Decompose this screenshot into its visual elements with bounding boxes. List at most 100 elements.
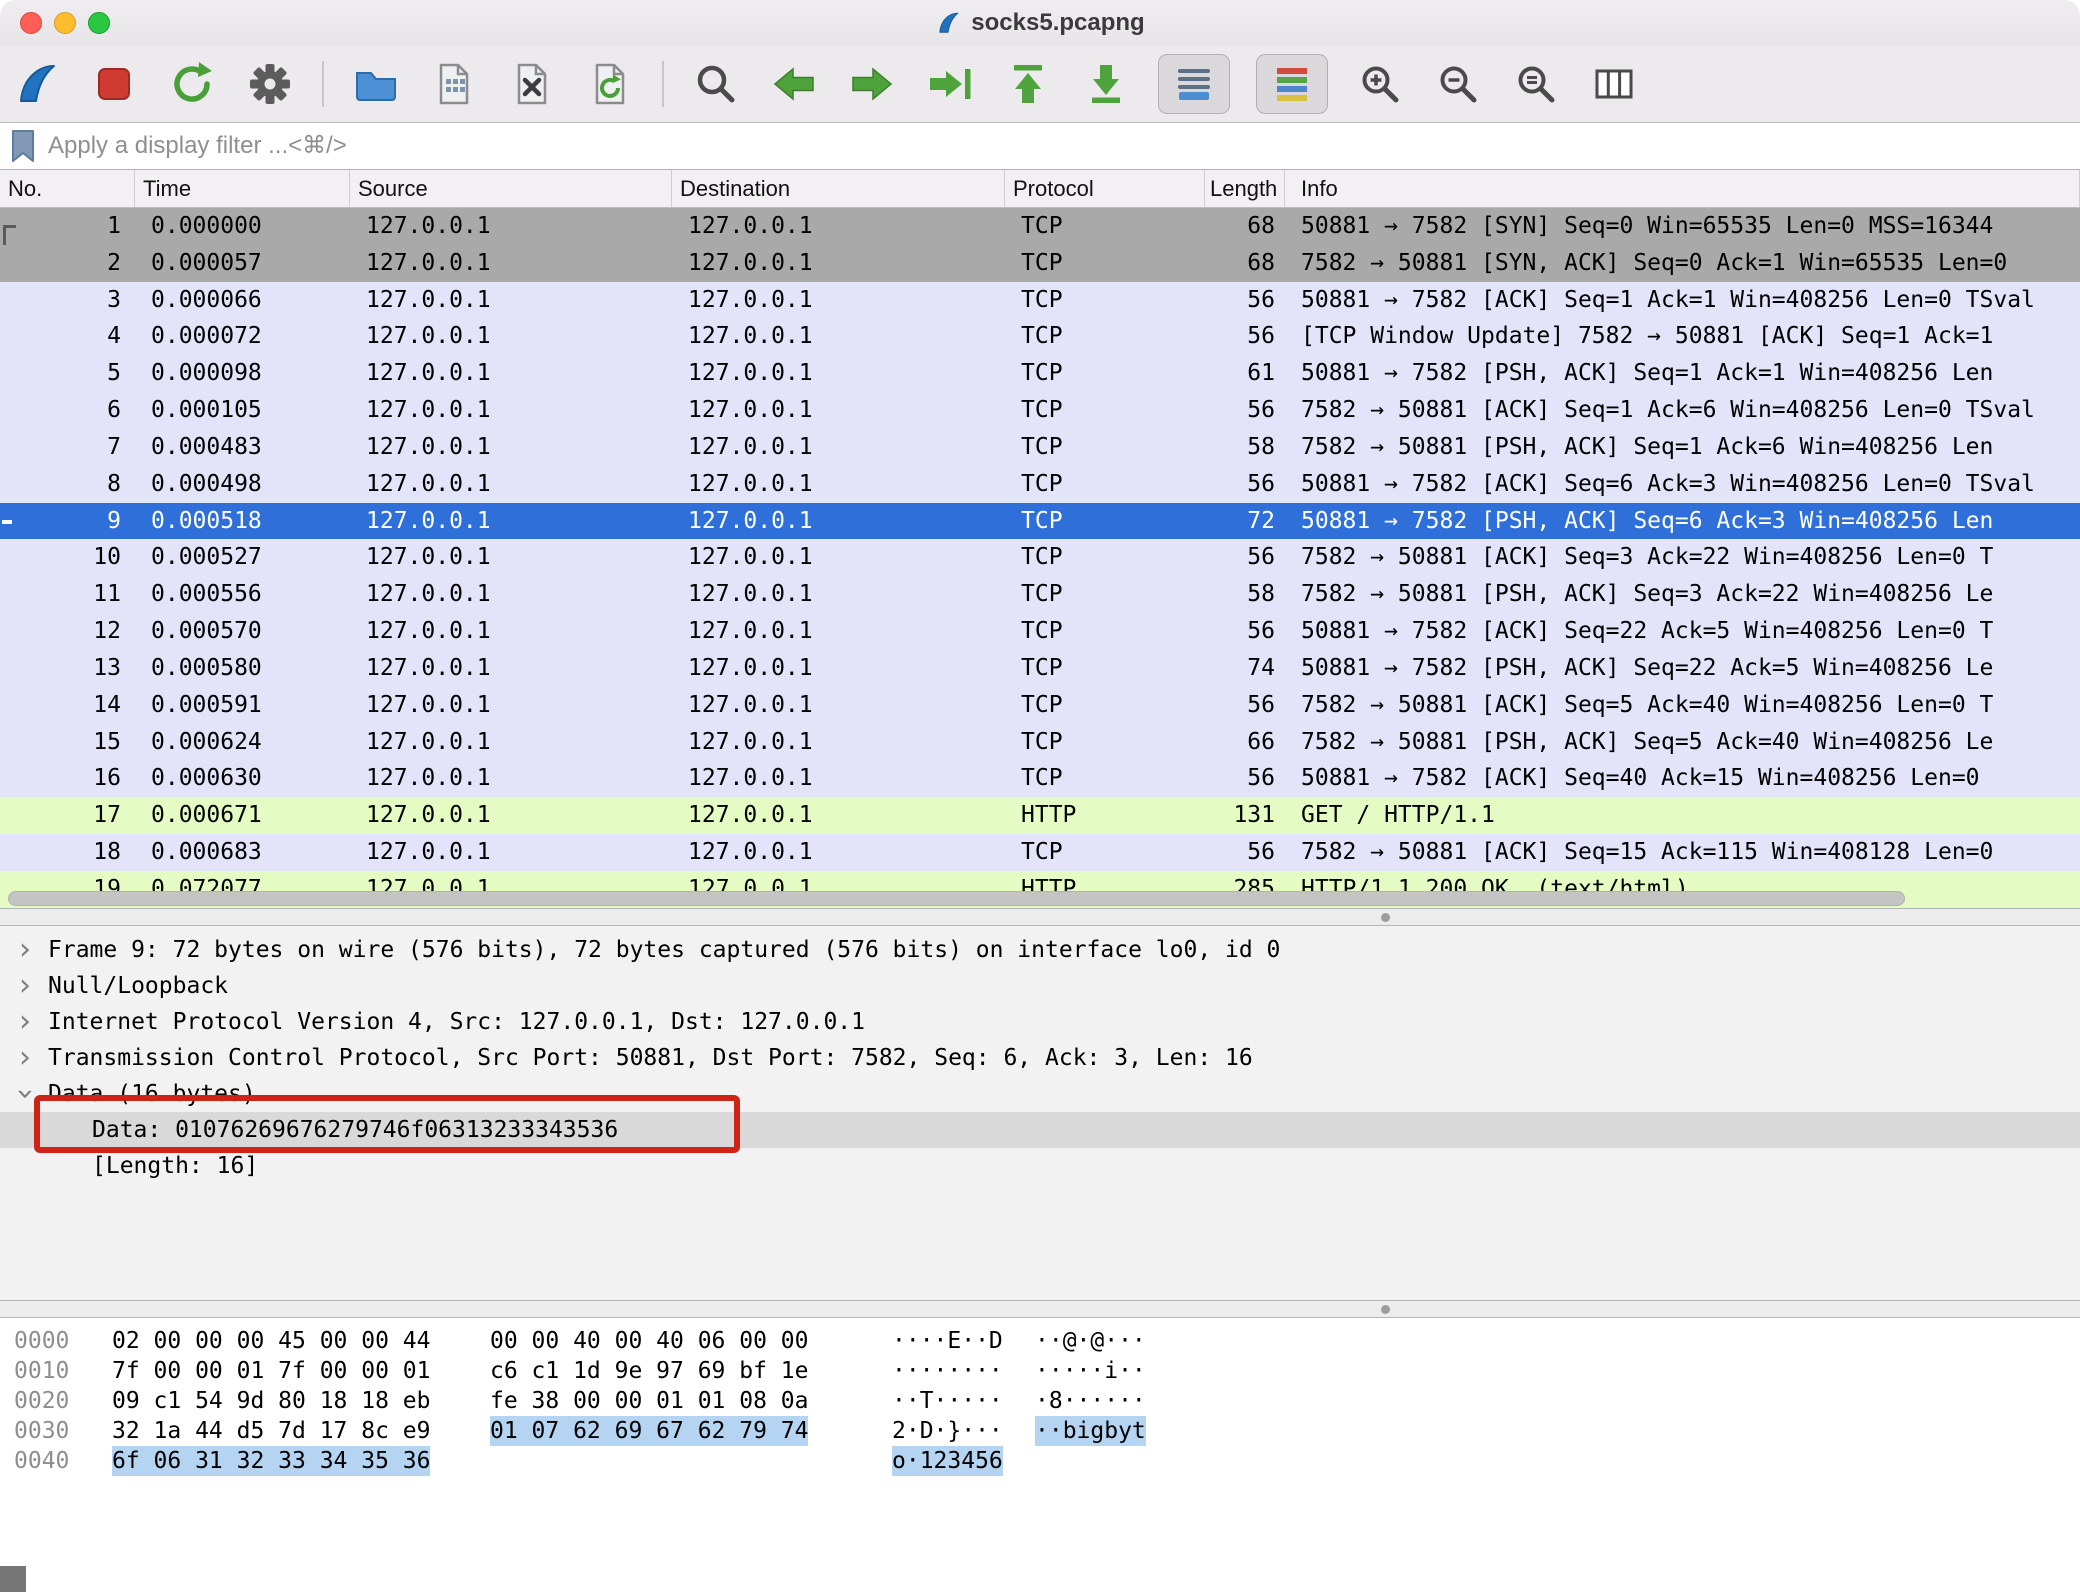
detail-line[interactable]: Data: 01076269676279746f06313233343536 bbox=[0, 1112, 2080, 1148]
capture-options-button[interactable] bbox=[244, 54, 296, 114]
go-to-last-packet-button[interactable] bbox=[1080, 54, 1132, 114]
cell-protocol: TCP bbox=[1005, 650, 1205, 687]
find-packet-button[interactable] bbox=[690, 54, 742, 114]
horizontal-scrollbar[interactable] bbox=[8, 891, 1905, 906]
detail-line[interactable]: Data (16 bytes) bbox=[0, 1076, 2080, 1112]
hex-row[interactable]: 0030 32 1a 44 d5 7d 17 8c e9 01 07 62 69… bbox=[0, 1416, 2080, 1446]
go-forward-button[interactable] bbox=[846, 54, 898, 114]
pane-splitter-1[interactable] bbox=[0, 908, 2080, 926]
packet-row[interactable]: 6 0.000105 127.0.0.1 127.0.0.1 TCP 56 75… bbox=[0, 392, 2080, 429]
hex-bytes-group2[interactable]: fe 38 00 00 01 01 08 0a bbox=[490, 1386, 808, 1416]
column-header-time[interactable]: Time bbox=[135, 170, 350, 207]
column-header-protocol[interactable]: Protocol bbox=[1005, 170, 1205, 207]
disclosure-chevron-icon[interactable] bbox=[10, 1040, 40, 1076]
detail-line[interactable]: [Length: 16] bbox=[0, 1148, 2080, 1184]
close-file-button[interactable] bbox=[506, 54, 558, 114]
packet-row[interactable]: 17 0.000671 127.0.0.1 127.0.0.1 HTTP 131… bbox=[0, 797, 2080, 834]
packet-row[interactable]: 13 0.000580 127.0.0.1 127.0.0.1 TCP 74 5… bbox=[0, 650, 2080, 687]
display-filter-input[interactable] bbox=[48, 123, 2080, 169]
ascii-group2[interactable]: ··@·@··· bbox=[1035, 1326, 1146, 1356]
hex-bytes-group1[interactable]: 32 1a 44 d5 7d 17 8c e9 bbox=[112, 1416, 430, 1446]
packet-row[interactable]: 2 0.000057 127.0.0.1 127.0.0.1 TCP 68 75… bbox=[0, 245, 2080, 282]
packet-row[interactable]: 3 0.000066 127.0.0.1 127.0.0.1 TCP 56 50… bbox=[0, 282, 2080, 319]
ascii-group1[interactable]: ········ bbox=[892, 1356, 1003, 1386]
zoom-out-button[interactable] bbox=[1432, 54, 1484, 114]
ascii-group2[interactable]: ··bigbyt bbox=[1035, 1416, 1146, 1446]
cell-info: 7582 → 50881 [ACK] Seq=1 Ack=6 Win=40825… bbox=[1285, 392, 2080, 429]
ascii-group1[interactable]: o·123456 bbox=[892, 1446, 1003, 1476]
reload-file-button[interactable] bbox=[584, 54, 636, 114]
packet-row[interactable]: 5 0.000098 127.0.0.1 127.0.0.1 TCP 61 50… bbox=[0, 355, 2080, 392]
detail-line[interactable]: Null/Loopback bbox=[0, 968, 2080, 1004]
packet-row[interactable]: 11 0.000556 127.0.0.1 127.0.0.1 TCP 58 7… bbox=[0, 576, 2080, 613]
packet-row[interactable]: 18 0.000683 127.0.0.1 127.0.0.1 TCP 56 7… bbox=[0, 834, 2080, 871]
ascii-group2[interactable]: ·8······ bbox=[1035, 1386, 1146, 1416]
auto-scroll-toggle-button[interactable] bbox=[1158, 54, 1230, 114]
hex-row[interactable]: 0020 09 c1 54 9d 80 18 18 eb fe 38 00 00… bbox=[0, 1386, 2080, 1416]
disclosure-chevron-icon[interactable] bbox=[10, 1076, 40, 1112]
stop-capture-button[interactable] bbox=[88, 54, 140, 114]
zoom-reset-button[interactable] bbox=[1510, 54, 1562, 114]
detail-line[interactable]: Frame 9: 72 bytes on wire (576 bits), 72… bbox=[0, 932, 2080, 968]
disclosure-chevron-icon[interactable] bbox=[10, 1004, 40, 1040]
ascii-group2[interactable] bbox=[1035, 1446, 1146, 1476]
detail-line[interactable]: Internet Protocol Version 4, Src: 127.0.… bbox=[0, 1004, 2080, 1040]
go-back-button[interactable] bbox=[768, 54, 820, 114]
wireshark-button[interactable] bbox=[10, 54, 62, 114]
packet-row[interactable]: 4 0.000072 127.0.0.1 127.0.0.1 TCP 56 [T… bbox=[0, 318, 2080, 355]
packet-row[interactable]: 14 0.000591 127.0.0.1 127.0.0.1 TCP 56 7… bbox=[0, 687, 2080, 724]
packet-row[interactable]: 8 0.000498 127.0.0.1 127.0.0.1 TCP 56 50… bbox=[0, 466, 2080, 503]
hex-bytes-group1[interactable]: 7f 00 00 01 7f 00 00 01 bbox=[112, 1356, 430, 1386]
column-header-no[interactable]: No. bbox=[0, 170, 135, 207]
colorize-toggle-button[interactable] bbox=[1256, 54, 1328, 114]
window-resize-corner[interactable] bbox=[0, 1566, 26, 1592]
minimize-window-button[interactable] bbox=[54, 12, 76, 34]
packet-row[interactable]: 16 0.000630 127.0.0.1 127.0.0.1 TCP 56 5… bbox=[0, 760, 2080, 797]
hex-bytes-group2[interactable]: 00 00 40 00 40 06 00 00 bbox=[490, 1326, 808, 1356]
hex-bytes-group2[interactable]: 01 07 62 69 67 62 79 74 bbox=[490, 1416, 808, 1446]
cell-info: 50881 → 7582 [PSH, ACK] Seq=1 Ack=1 Win=… bbox=[1285, 355, 2080, 392]
hex-bytes-group2[interactable]: c6 c1 1d 9e 97 69 bf 1e bbox=[490, 1356, 808, 1386]
ascii-group1[interactable]: ··T····· bbox=[892, 1386, 1003, 1416]
packet-row[interactable]: 10 0.000527 127.0.0.1 127.0.0.1 TCP 56 7… bbox=[0, 539, 2080, 576]
ascii-group1[interactable]: ····E··D bbox=[892, 1326, 1003, 1356]
packet-row[interactable]: 9 0.000518 127.0.0.1 127.0.0.1 TCP 72 50… bbox=[0, 503, 2080, 540]
splitter-handle[interactable] bbox=[1381, 1305, 1390, 1314]
packet-row[interactable]: 15 0.000624 127.0.0.1 127.0.0.1 TCP 66 7… bbox=[0, 724, 2080, 761]
hex-bytes-group2[interactable] bbox=[490, 1446, 808, 1476]
zoom-in-button[interactable] bbox=[1354, 54, 1406, 114]
disclosure-chevron-icon[interactable] bbox=[10, 968, 40, 1004]
column-header-length[interactable]: Length bbox=[1205, 170, 1285, 207]
disclosure-chevron-icon[interactable] bbox=[10, 932, 40, 968]
resize-columns-button[interactable] bbox=[1588, 54, 1640, 114]
go-to-first-packet-button[interactable] bbox=[1002, 54, 1054, 114]
packet-row[interactable]: 7 0.000483 127.0.0.1 127.0.0.1 TCP 58 75… bbox=[0, 429, 2080, 466]
zoom-window-button[interactable] bbox=[88, 12, 110, 34]
column-header-info[interactable]: Info bbox=[1285, 170, 2080, 207]
cell-destination: 127.0.0.1 bbox=[672, 245, 1005, 282]
column-header-source[interactable]: Source bbox=[350, 170, 672, 207]
hex-row[interactable]: 0000 02 00 00 00 45 00 00 44 00 00 40 00… bbox=[0, 1326, 2080, 1356]
hex-bytes-group1[interactable]: 09 c1 54 9d 80 18 18 eb bbox=[112, 1386, 430, 1416]
ascii-group2[interactable]: ·····i·· bbox=[1035, 1356, 1146, 1386]
save-file-button[interactable] bbox=[428, 54, 480, 114]
hex-bytes-group1[interactable]: 02 00 00 00 45 00 00 44 bbox=[112, 1326, 430, 1356]
column-header-destination[interactable]: Destination bbox=[672, 170, 1005, 207]
splitter-handle[interactable] bbox=[1381, 913, 1390, 922]
go-to-packet-button[interactable] bbox=[924, 54, 976, 114]
detail-line[interactable]: Transmission Control Protocol, Src Port:… bbox=[0, 1040, 2080, 1076]
close-window-button[interactable] bbox=[20, 12, 42, 34]
cell-destination: 127.0.0.1 bbox=[672, 503, 1005, 540]
packet-row[interactable]: 1 0.000000 127.0.0.1 127.0.0.1 TCP 68 50… bbox=[0, 208, 2080, 245]
hex-row[interactable]: 0040 6f 06 31 32 33 34 35 36 o·123456 bbox=[0, 1446, 2080, 1476]
filter-bookmark-icon[interactable] bbox=[10, 129, 36, 163]
hex-row[interactable]: 0010 7f 00 00 01 7f 00 00 01 c6 c1 1d 9e… bbox=[0, 1356, 2080, 1386]
ascii-group1[interactable]: 2·D·}··· bbox=[892, 1416, 1003, 1446]
restart-capture-button[interactable] bbox=[166, 54, 218, 114]
hex-bytes-group1[interactable]: 6f 06 31 32 33 34 35 36 bbox=[112, 1446, 430, 1476]
title-bar[interactable]: socks5.pcapng bbox=[0, 0, 2080, 46]
pane-splitter-2[interactable] bbox=[0, 1300, 2080, 1318]
cell-time: 0.000671 bbox=[135, 797, 350, 834]
open-file-button[interactable] bbox=[350, 54, 402, 114]
packet-row[interactable]: 12 0.000570 127.0.0.1 127.0.0.1 TCP 56 5… bbox=[0, 613, 2080, 650]
